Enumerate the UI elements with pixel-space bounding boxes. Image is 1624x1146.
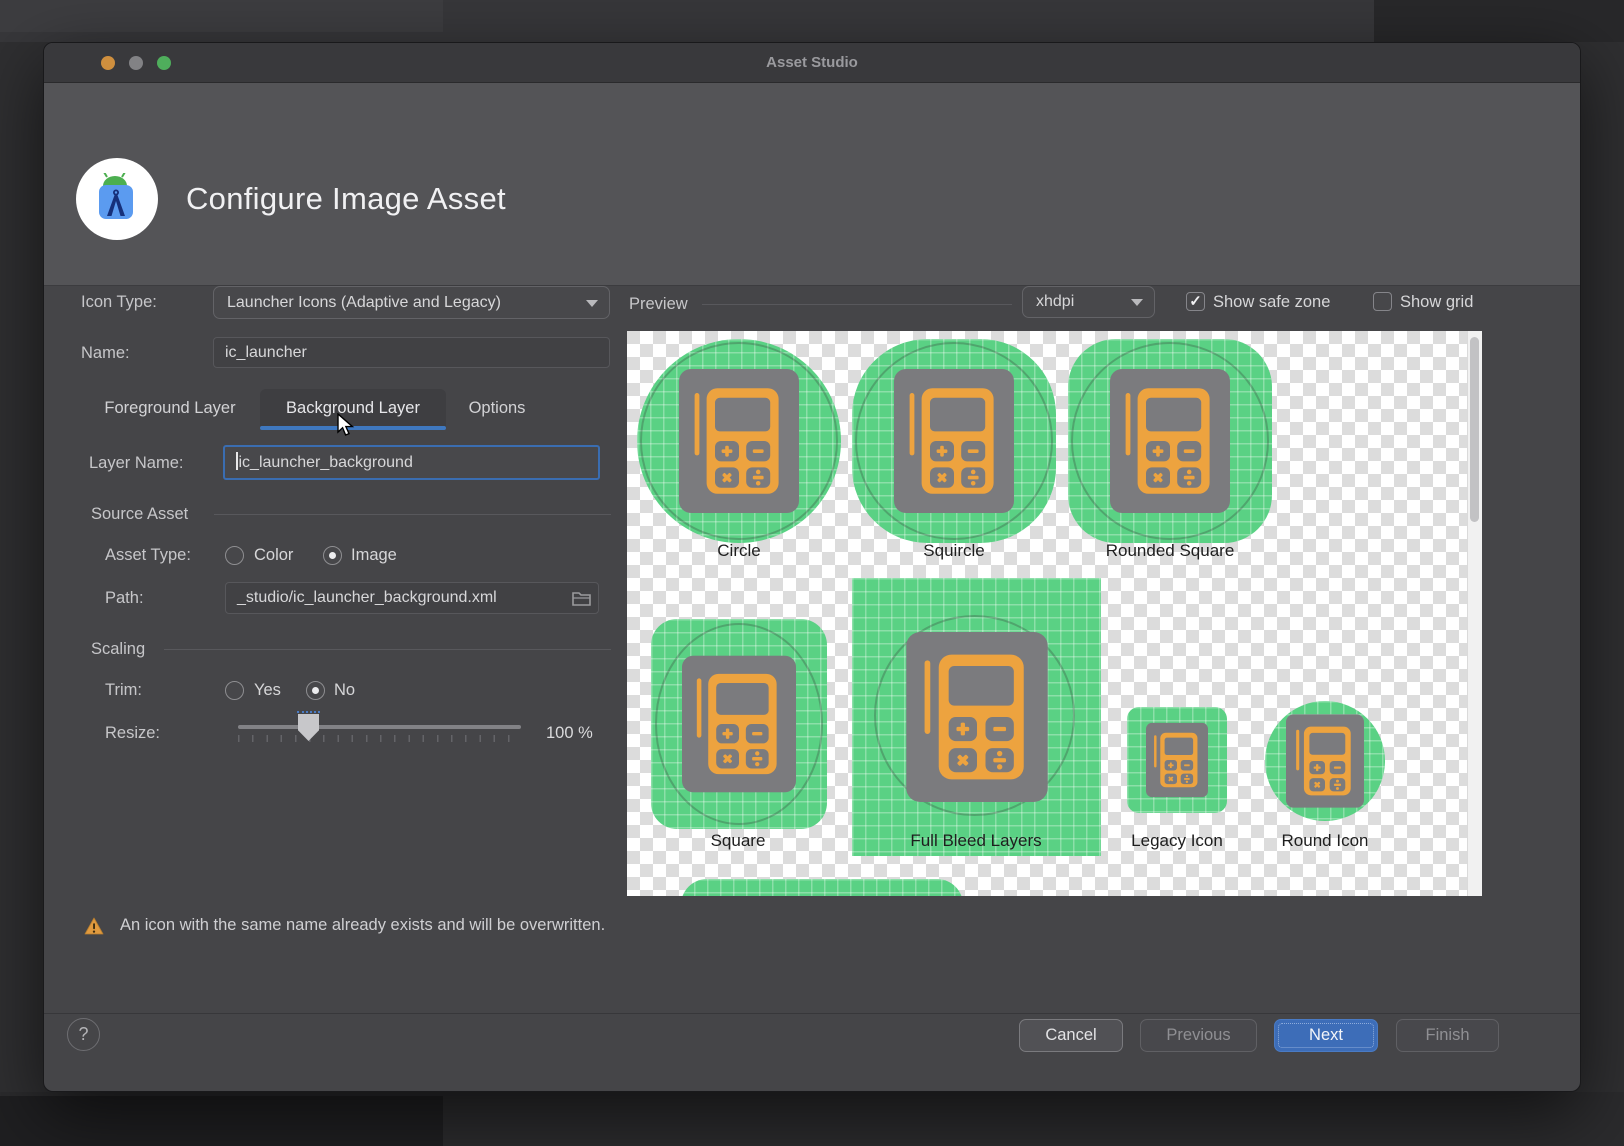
warning-row: An icon with the same name already exist… <box>84 916 605 935</box>
show-grid-label: Show grid <box>1400 293 1474 311</box>
calculator-icon <box>679 369 799 513</box>
asset-type-label: Asset Type: <box>105 546 191 564</box>
warning-text: An icon with the same name already exist… <box>120 916 606 934</box>
calculator-icon <box>894 369 1014 513</box>
background-window-bottom <box>0 1096 443 1146</box>
preview-cell-label: Round Icon <box>1281 831 1369 850</box>
trim-radio-yes[interactable] <box>225 681 244 700</box>
tab-label: Foreground Layer <box>104 399 236 417</box>
preview-cell-label: Rounded Square <box>1105 541 1235 560</box>
preview-shape-legacy <box>1127 707 1227 813</box>
previous-button[interactable]: Previous <box>1140 1019 1257 1052</box>
previous-label: Previous <box>1166 1026 1231 1044</box>
chevron-down-icon <box>586 299 598 307</box>
cancel-label: Cancel <box>1045 1026 1097 1044</box>
calculator-icon <box>682 654 796 794</box>
title-bar[interactable]: Asset Studio <box>44 43 1580 83</box>
background-window-top <box>0 0 443 32</box>
name-input[interactable]: ic_launcher <box>213 337 610 368</box>
icon-type-dropdown[interactable]: Launcher Icons (Adaptive and Legacy) <box>213 286 610 319</box>
preview-pane[interactable]: Circle Squircle Rounded Square Square Fu… <box>627 331 1482 896</box>
page-title: Configure Image Asset <box>186 181 506 216</box>
mouse-cursor <box>337 413 355 436</box>
path-value: _studio/ic_launcher_background.xml <box>237 589 497 606</box>
help-button[interactable]: ? <box>67 1018 100 1051</box>
folder-icon[interactable] <box>572 590 591 606</box>
preview-scrollbar-thumb[interactable] <box>1470 337 1479 522</box>
next-label: Next <box>1309 1026 1343 1044</box>
preview-section-label: Preview <box>629 295 688 313</box>
asset-studio-dialog: Asset Studio Configure Image Asset Icon … <box>43 42 1581 1092</box>
trim-yes-label: Yes <box>254 681 281 699</box>
preview-shape-circle <box>637 339 841 543</box>
calculator-icon <box>1286 714 1364 808</box>
asset-type-color-label: Color <box>254 546 294 564</box>
asset-type-image-label: Image <box>351 546 397 564</box>
warning-icon <box>84 917 104 934</box>
preview-cell-label: Squircle <box>923 541 985 560</box>
desktop: Asset Studio Configure Image Asset Icon … <box>0 0 1624 1146</box>
tab-label: Options <box>468 399 526 417</box>
next-button[interactable]: Next <box>1274 1019 1378 1052</box>
source-asset-section-label: Source Asset <box>91 505 189 523</box>
tab-foreground-layer[interactable]: Foreground Layer <box>86 389 254 428</box>
section-divider <box>214 514 611 515</box>
finish-label: Finish <box>1425 1026 1470 1044</box>
preview-scrollbar-track[interactable] <box>1467 331 1482 896</box>
resize-label: Resize: <box>105 724 161 742</box>
help-label: ? <box>78 1024 89 1044</box>
preview-cell-label: Square <box>710 831 766 850</box>
show-grid-checkbox[interactable] <box>1373 292 1392 311</box>
trim-radio-no[interactable] <box>306 681 325 700</box>
asset-type-radio-image[interactable] <box>323 546 342 565</box>
path-input[interactable]: _studio/ic_launcher_background.xml <box>225 582 599 614</box>
resize-value: 100 % <box>546 724 593 742</box>
preview-shape-squircle <box>852 339 1056 543</box>
android-studio-logo <box>76 158 158 240</box>
layer-name-input[interactable]: ic_launcher_background <box>223 445 600 480</box>
asset-type-radio-color[interactable] <box>225 546 244 565</box>
tab-options[interactable]: Options <box>453 389 541 428</box>
icon-type-label: Icon Type: <box>81 293 157 311</box>
preview-cell-label: Legacy Icon <box>1131 831 1223 850</box>
name-label: Name: <box>81 344 130 362</box>
calculator-icon <box>1146 722 1208 798</box>
preview-shape-square <box>651 619 827 829</box>
density-dropdown[interactable]: xhdpi <box>1022 286 1155 318</box>
resize-slider-ticks <box>238 735 521 742</box>
layer-name-label: Layer Name: <box>89 454 184 472</box>
text-caret <box>236 452 238 470</box>
preview-divider <box>702 304 1012 305</box>
resize-slider-track[interactable] <box>238 725 521 729</box>
window-title: Asset Studio <box>766 54 858 71</box>
preview-shape-partial <box>681 879 963 896</box>
preview-shape-rounded-square <box>1068 339 1272 543</box>
preview-shape-full-bleed <box>852 578 1101 856</box>
calculator-icon <box>906 632 1048 802</box>
name-value: ic_launcher <box>225 344 307 361</box>
trim-no-label: No <box>334 681 356 699</box>
icon-type-value: Launcher Icons (Adaptive and Legacy) <box>227 293 501 311</box>
safe-zone-grid <box>681 879 963 896</box>
preview-shape-round <box>1265 701 1385 821</box>
wizard-header: Configure Image Asset <box>44 83 1580 286</box>
finish-button[interactable]: Finish <box>1396 1019 1499 1052</box>
chevron-down-icon <box>1131 299 1143 306</box>
calculator-icon <box>1110 369 1230 513</box>
trim-label: Trim: <box>105 681 142 699</box>
section-divider <box>164 649 611 650</box>
cancel-button[interactable]: Cancel <box>1019 1019 1123 1052</box>
scaling-section-label: Scaling <box>91 640 146 658</box>
layer-name-value: ic_launcher_background <box>238 454 413 471</box>
show-safe-zone-checkbox[interactable]: ✓ <box>1186 292 1205 311</box>
preview-cell-label: Full Bleed Layers <box>910 831 1042 850</box>
density-value: xhdpi <box>1036 293 1075 310</box>
preview-cell-label: Circle <box>717 541 761 560</box>
path-label: Path: <box>105 589 144 607</box>
show-safe-zone-label: Show safe zone <box>1213 293 1331 311</box>
background-shadow-top-right <box>1374 0 1624 42</box>
footer-divider <box>44 1013 1580 1014</box>
